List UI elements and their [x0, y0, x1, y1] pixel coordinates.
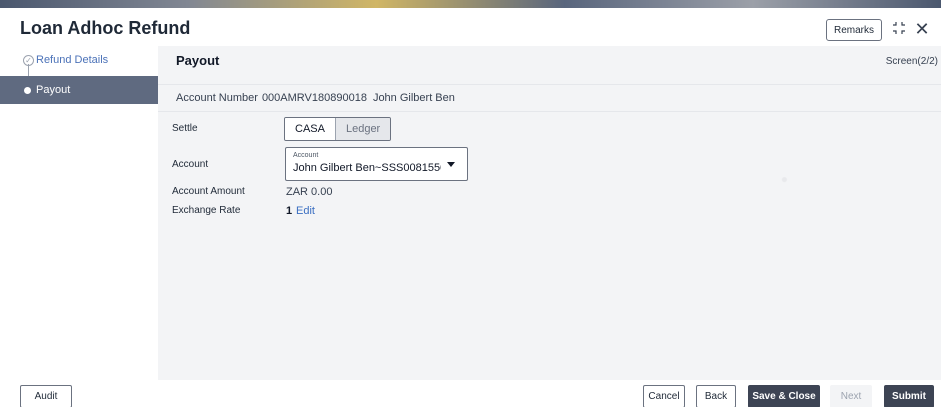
settle-option-casa[interactable]: CASA [285, 118, 335, 140]
exchange-rate-edit-link[interactable]: Edit [296, 205, 315, 217]
settle-option-ledger[interactable]: Ledger [334, 118, 391, 140]
save-close-button[interactable]: Save & Close [748, 385, 820, 407]
screen-indicator: Screen(2/2) [885, 56, 938, 67]
footer-bar: Audit Cancel Back Save & Close Next Subm… [0, 380, 941, 407]
sidebar: ✓ Refund Details Payout [0, 46, 158, 380]
account-number-value: 000AMRV180890018 [261, 92, 367, 104]
cancel-button[interactable]: Cancel [643, 385, 685, 407]
account-holder-name: John Gilbert Ben [372, 92, 455, 104]
main-panel: Payout Screen(2/2) Account Number 000AMR… [158, 46, 941, 380]
sidebar-item-label: Payout [36, 84, 71, 96]
account-select-value: John Gilbert Ben~SSS0081550 [293, 162, 441, 174]
submit-button[interactable]: Submit [884, 385, 934, 407]
account-select[interactable]: Account John Gilbert Ben~SSS0081550 [285, 147, 468, 181]
check-circle-icon: ✓ [23, 54, 34, 66]
account-summary-bar: Account Number 000AMRV180890018 John Gil… [158, 84, 941, 112]
page-title: Loan Adhoc Refund [20, 18, 191, 38]
audit-button[interactable]: Audit [20, 385, 72, 407]
sidebar-item-refund-details[interactable]: ✓ Refund Details [0, 46, 158, 74]
header-banner [0, 0, 941, 8]
active-dot-icon [24, 86, 31, 94]
settle-label: Settle [172, 123, 198, 134]
collapse-icon-graphic [893, 22, 905, 34]
close-icon[interactable]: ✕ [914, 20, 930, 38]
window-header: Loan Adhoc Refund Remarks ✕ [0, 8, 941, 46]
remarks-button[interactable]: Remarks [826, 19, 882, 41]
exchange-rate-label: Exchange Rate [172, 205, 241, 216]
settle-toggle: CASA Ledger [284, 117, 392, 141]
section-title: Payout [176, 53, 220, 68]
account-number-label: Account Number [176, 92, 258, 104]
collapse-icon[interactable] [892, 20, 906, 38]
chevron-down-icon [447, 162, 455, 167]
exchange-rate-value: 1 [286, 205, 293, 217]
account-floating-label: Account [293, 152, 319, 159]
sidebar-item-payout[interactable]: Payout [0, 76, 158, 104]
account-label: Account [172, 159, 209, 170]
back-button[interactable]: Back [696, 385, 736, 407]
next-button[interactable]: Next [830, 385, 872, 407]
sidebar-item-label: Refund Details [36, 54, 109, 66]
account-amount-label: Account Amount [172, 186, 245, 197]
account-amount-value: ZAR 0.00 [286, 186, 333, 198]
